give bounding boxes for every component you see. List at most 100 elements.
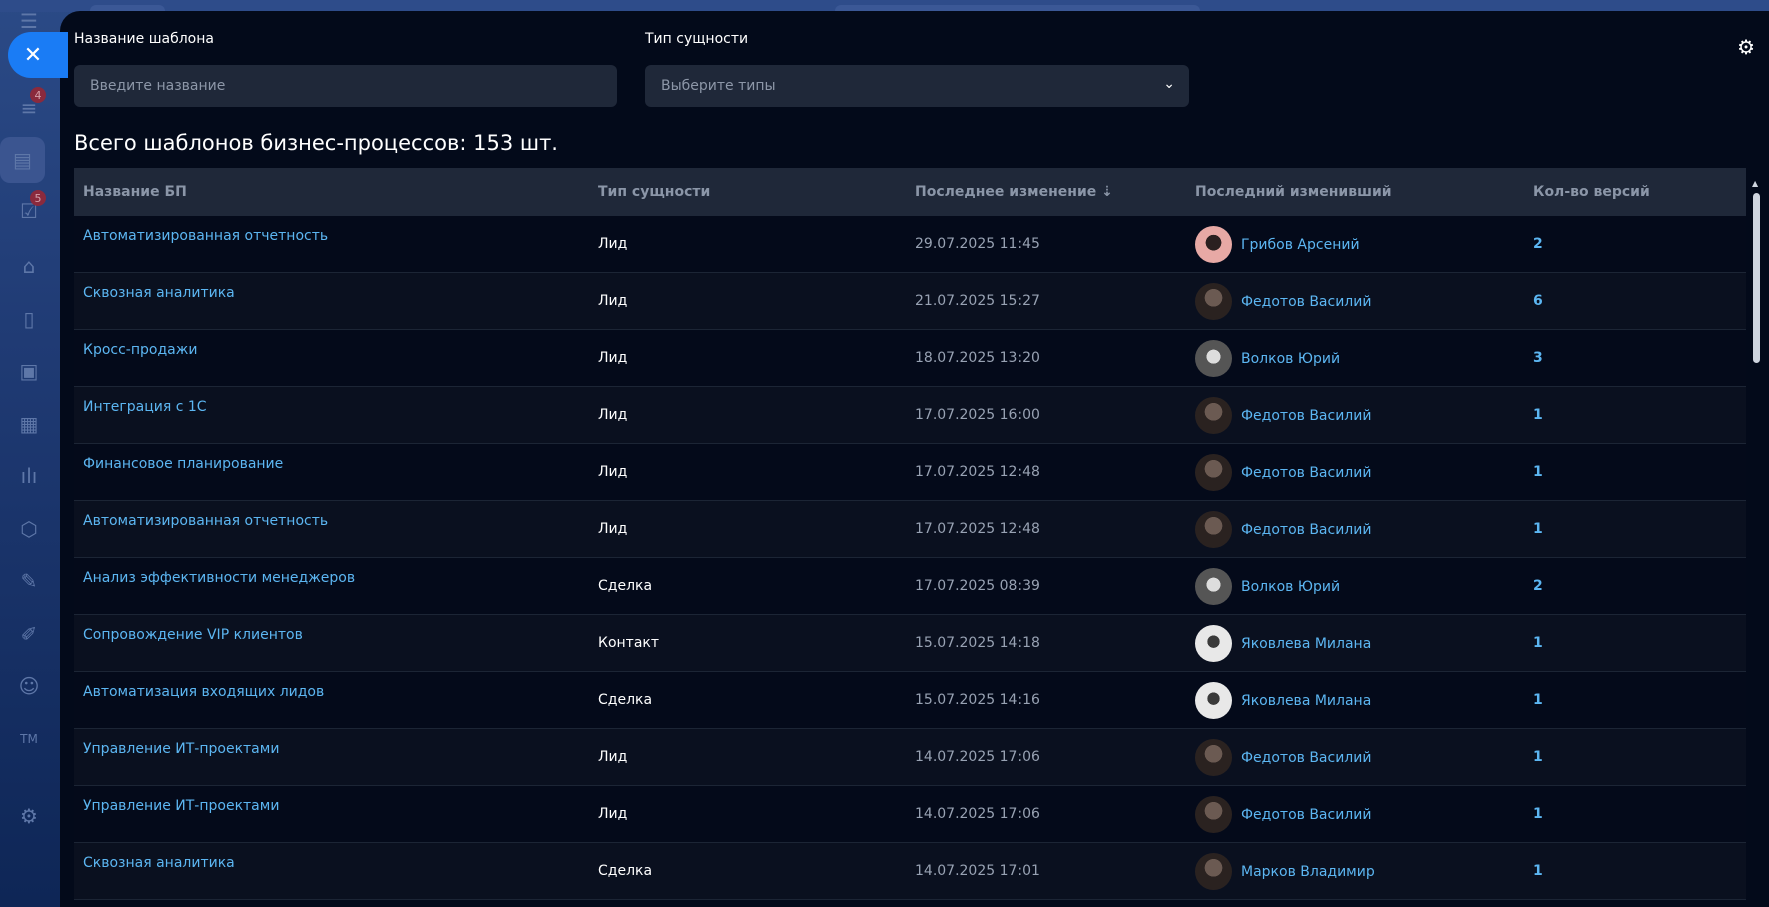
sidebar-item-files[interactable]: ▯ [8,298,50,340]
sidebar-item-tasks[interactable]: ☑ 5 [8,190,50,232]
edit-document-icon: ✎ [20,569,38,593]
user-name-link[interactable]: Федотов Василий [1241,465,1371,481]
entity-type: Лид [598,464,628,480]
versions-count[interactable]: 1 [1533,692,1543,708]
modifier-user[interactable]: Федотов Василий [1195,397,1371,434]
table-row[interactable]: Анализ эффективности менеджеров Сделка 1… [74,558,1746,615]
sidebar-item-bot[interactable]: ☺ [8,665,50,707]
user-name-link[interactable]: Волков Юрий [1241,351,1340,367]
entity-type: Сделка [598,863,653,879]
modifier-user[interactable]: Федотов Василий [1195,796,1371,833]
sidebar-item-reports[interactable]: ılı [8,455,50,497]
bp-name-link[interactable]: Анализ эффективности менеджеров [83,570,355,586]
sidebar-item-calendar[interactable]: ▦ [8,403,50,445]
versions-count[interactable]: 1 [1533,464,1543,480]
table-row[interactable]: Кросс-продажи Лид 18.07.2025 13:20 Волко… [74,330,1746,387]
table-row[interactable]: Автоматизированная отчетность Лид 17.07.… [74,501,1746,558]
calendar-icon: ▦ [19,412,39,436]
table-row[interactable]: Интеграция с 1С Лид 17.07.2025 16:00 Фед… [74,387,1746,444]
versions-count[interactable]: 1 [1533,521,1543,537]
versions-count[interactable]: 2 [1533,236,1543,252]
table-row[interactable]: Управление ИТ-проектами Лид 14.07.2025 1… [74,786,1746,843]
table-row[interactable]: Управление ИТ-проектами Лид 14.07.2025 1… [74,729,1746,786]
pen-icon: ✐ [20,622,38,646]
modified-date: 21.07.2025 15:27 [915,293,1040,309]
modifier-user[interactable]: Волков Юрий [1195,340,1340,377]
bp-name-link[interactable]: Сквозная аналитика [83,855,235,871]
user-name-link[interactable]: Яковлева Милана [1241,636,1371,652]
versions-count[interactable]: 6 [1533,293,1543,309]
user-name-link[interactable]: Федотов Василий [1241,750,1371,766]
modifier-user[interactable]: Яковлева Милана [1195,625,1371,662]
bp-name-link[interactable]: Сопровождение VIP клиентов [83,627,303,643]
settings-gear-icon[interactable]: ⚙ [1737,35,1755,59]
sidebar-item-funnel[interactable]: ≡ 4 [8,87,50,129]
modified-date: 14.07.2025 17:06 [915,749,1040,765]
table-row[interactable]: Финансовое планирование Лид 17.07.2025 1… [74,444,1746,501]
sidebar-item-tm[interactable]: TM [8,718,50,760]
bp-name-link[interactable]: Интеграция с 1С [83,399,207,415]
col-type[interactable]: Тип сущности [598,184,710,200]
sort-desc-icon: ⇣ [1101,184,1113,200]
type-select[interactable]: Выберите типы ⌄ [645,65,1189,107]
modified-date: 18.07.2025 13:20 [915,350,1040,366]
sidebar-item-sign[interactable]: ✐ [8,613,50,655]
close-button[interactable]: ✕ [8,32,68,78]
scroll-up-icon[interactable]: ▲ [1752,179,1758,188]
bp-name-link[interactable]: Кросс-продажи [83,342,197,358]
col-name[interactable]: Название БП [83,184,187,200]
modifier-user[interactable]: Волков Юрий [1195,568,1340,605]
bp-name-link[interactable]: Финансовое планирование [83,456,283,472]
sidebar-item-settings[interactable]: ⚙ [8,795,50,837]
user-name-link[interactable]: Марков Владимир [1241,864,1375,880]
modifier-user[interactable]: Федотов Василий [1195,283,1371,320]
versions-count[interactable]: 1 [1533,407,1543,423]
bp-name-link[interactable]: Автоматизация входящих лидов [83,684,324,700]
name-search-input[interactable]: Введите название [74,65,617,107]
bp-name-link[interactable]: Управление ИТ-проектами [83,741,279,757]
user-name-link[interactable]: Грибов Арсений [1241,237,1360,253]
versions-count[interactable]: 1 [1533,635,1543,651]
user-name-link[interactable]: Федотов Василий [1241,807,1371,823]
bp-name-link[interactable]: Автоматизированная отчетность [83,228,328,244]
bp-name-link[interactable]: Сквозная аналитика [83,285,235,301]
bp-name-link[interactable]: Автоматизированная отчетность [83,513,328,529]
file-icon: ▯ [23,307,35,331]
modifier-user[interactable]: Марков Владимир [1195,853,1375,890]
table-row[interactable]: Сопровождение VIP клиентов Контакт 15.07… [74,615,1746,672]
sidebar-item-presentation[interactable]: ▣ [8,350,50,392]
table-row[interactable]: Автоматизация входящих лидов Сделка 15.0… [74,672,1746,729]
modifier-user[interactable]: Яковлева Милана [1195,682,1371,719]
col-versions[interactable]: Кол-во версий [1533,184,1650,200]
sidebar-item-hex[interactable]: ⬡ [8,508,50,550]
modified-date: 17.07.2025 16:00 [915,407,1040,423]
scrollbar-thumb[interactable] [1753,193,1760,363]
sidebar-item-warehouse[interactable]: ⌂ [8,245,50,287]
table-row[interactable]: Сквозная аналитика Сделка 14.07.2025 17:… [74,843,1746,900]
user-name-link[interactable]: Федотов Василий [1241,522,1371,538]
table-row[interactable]: Автоматизированная отчетность Лид 29.07.… [74,216,1746,273]
versions-count[interactable]: 1 [1533,863,1543,879]
versions-count[interactable]: 1 [1533,749,1543,765]
modifier-user[interactable]: Федотов Василий [1195,511,1371,548]
versions-count[interactable]: 1 [1533,806,1543,822]
user-name-link[interactable]: Федотов Василий [1241,408,1371,424]
col-modified[interactable]: Последнее изменение ⇣ [915,184,1113,200]
table-row[interactable]: Сквозная аналитика Лид 21.07.2025 15:27 … [74,273,1746,330]
sidebar-item-edit-doc[interactable]: ✎ [8,560,50,602]
modifier-user[interactable]: Федотов Василий [1195,454,1371,491]
user-name-link[interactable]: Яковлева Милана [1241,693,1371,709]
close-icon: ✕ [23,42,43,68]
bp-name-link[interactable]: Управление ИТ-проектами [83,798,279,814]
col-modifier[interactable]: Последний изменивший [1195,184,1392,200]
avatar [1195,283,1232,320]
modifier-user[interactable]: Грибов Арсений [1195,226,1360,263]
avatar [1195,853,1232,890]
user-name-link[interactable]: Федотов Василий [1241,294,1371,310]
sidebar-item-documents[interactable]: ▤ [0,137,45,183]
scrollbar[interactable]: ▲ [1752,179,1760,379]
user-name-link[interactable]: Волков Юрий [1241,579,1340,595]
versions-count[interactable]: 2 [1533,578,1543,594]
versions-count[interactable]: 3 [1533,350,1543,366]
modifier-user[interactable]: Федотов Василий [1195,739,1371,776]
